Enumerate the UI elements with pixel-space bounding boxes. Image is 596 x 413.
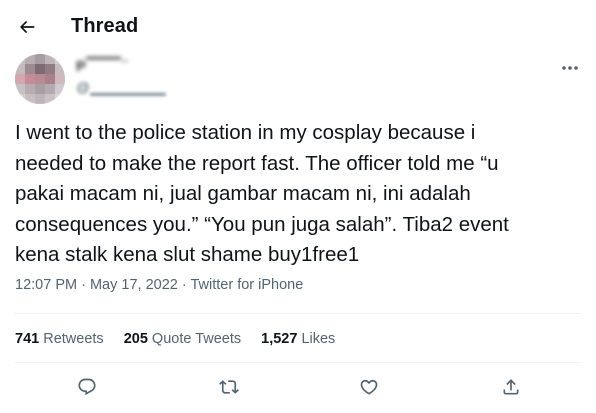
likes-label: Likes bbox=[301, 331, 336, 347]
reply-icon bbox=[77, 377, 97, 397]
tweet-actions bbox=[0, 372, 596, 402]
more-horizontal-icon bbox=[561, 65, 579, 71]
meta-separator: · bbox=[77, 277, 90, 293]
page-title: Thread bbox=[71, 15, 139, 37]
avatar[interactable] bbox=[15, 54, 65, 104]
retweet-icon bbox=[219, 377, 239, 397]
quote-tweets-label: Quote Tweets bbox=[151, 331, 242, 347]
retweets-count: 741 bbox=[15, 331, 40, 347]
divider bbox=[15, 313, 581, 314]
like-button[interactable] bbox=[354, 372, 384, 402]
back-button[interactable] bbox=[12, 12, 42, 42]
tweet-meta: 12:07 PM · May 17, 2022 · Twitter for iP… bbox=[15, 276, 303, 294]
arrow-left-icon bbox=[17, 17, 37, 37]
tweet-date[interactable]: May 17, 2022 bbox=[90, 277, 178, 293]
tweet-time[interactable]: 12:07 PM bbox=[15, 277, 77, 293]
likes-count: 1,527 bbox=[261, 331, 298, 347]
author-name-block[interactable]: P▔▔▔ ̈ @▁▁▁▁▁▁▁ bbox=[76, 57, 196, 97]
meta-separator: · bbox=[177, 277, 191, 293]
author-display-name[interactable]: P▔▔▔ ̈ bbox=[76, 57, 125, 77]
thread-header: Thread bbox=[0, 0, 596, 54]
tweet-source[interactable]: Twitter for iPhone bbox=[190, 277, 303, 293]
retweet-button[interactable] bbox=[214, 372, 244, 402]
likes-stat[interactable]: 1,527 Likes bbox=[261, 330, 335, 348]
tweet-text: I went to the police station in my cospl… bbox=[15, 121, 509, 266]
divider bbox=[15, 362, 581, 363]
reply-button[interactable] bbox=[72, 372, 102, 402]
retweets-label: Retweets bbox=[43, 331, 104, 347]
tweet-stats: 741 Retweets 205 Quote Tweets 1,527 Likes bbox=[15, 330, 355, 348]
more-button[interactable] bbox=[556, 56, 584, 80]
heart-icon bbox=[359, 377, 379, 397]
quote-tweets-count: 205 bbox=[123, 331, 148, 347]
share-icon bbox=[501, 377, 521, 397]
author-handle[interactable]: @▁▁▁▁▁▁▁ bbox=[76, 78, 166, 96]
quote-tweets-stat[interactable]: 205 Quote Tweets bbox=[124, 330, 241, 348]
retweets-stat[interactable]: 741 Retweets bbox=[15, 330, 104, 348]
share-button[interactable] bbox=[496, 372, 526, 402]
